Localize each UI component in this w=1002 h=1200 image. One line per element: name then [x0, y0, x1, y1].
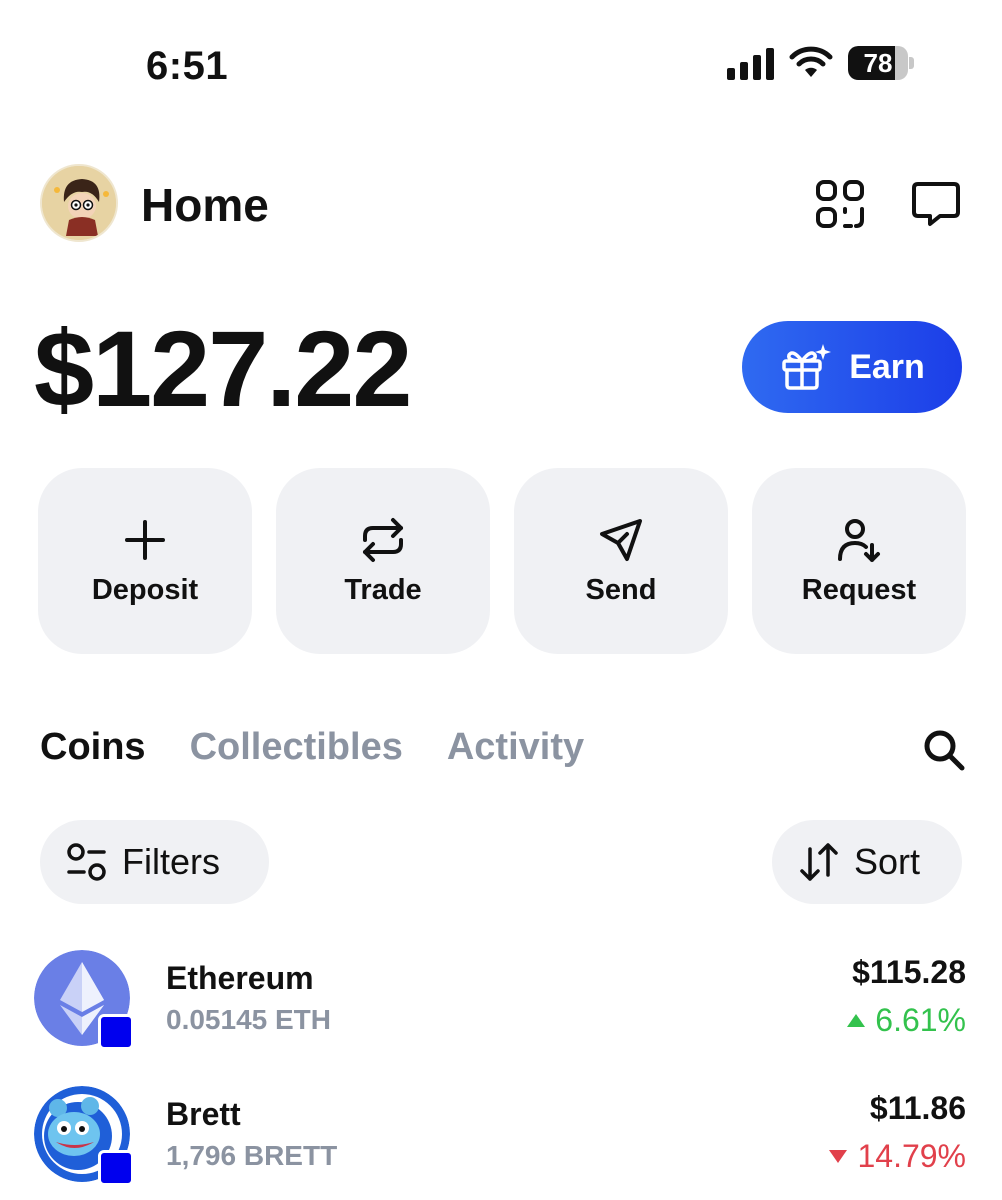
coin-value: $11.86: [869, 1090, 966, 1126]
coin-amount: 0.05145 ETH: [166, 1004, 331, 1035]
sort-button[interactable]: Sort: [772, 820, 962, 904]
chain-badge: [98, 1014, 134, 1050]
signal-icon: [727, 46, 774, 80]
send-button[interactable]: Send: [514, 468, 728, 654]
coin-row-brett[interactable]: Brett 1,796 BRETT $11.86 14.79%: [34, 1086, 966, 1196]
battery-percent: 78: [863, 48, 893, 78]
tab-collectibles[interactable]: Collectibles: [190, 726, 403, 769]
filters-label: Filters: [122, 841, 220, 882]
avatar[interactable]: [40, 164, 118, 242]
trade-label: Trade: [344, 573, 422, 606]
scan-icon[interactable]: [814, 178, 866, 230]
earn-label: Earn: [849, 347, 925, 386]
sort-label: Sort: [854, 841, 921, 882]
chain-badge: [98, 1150, 134, 1186]
status-icons: 78: [727, 46, 914, 80]
earn-button[interactable]: Earn: [742, 321, 962, 413]
coin-name: Brett: [166, 1096, 241, 1132]
coin-change-value: 14.79%: [857, 1138, 966, 1174]
send-label: Send: [585, 573, 657, 606]
coin-amount: 1,796 BRETT: [166, 1140, 338, 1171]
gift-sparkle-icon: [782, 344, 832, 390]
asset-tabs: Coins Collectibles Activity: [40, 726, 584, 769]
coin-change: 14.79%: [829, 1138, 966, 1175]
coin-change: 6.61%: [847, 1002, 966, 1039]
tab-activity[interactable]: Activity: [447, 726, 584, 769]
status-time: 6:51: [146, 44, 229, 88]
send-icon: [600, 518, 642, 561]
header: Home: [40, 164, 962, 244]
filters-button[interactable]: Filters: [40, 820, 269, 904]
total-balance: $127.22: [34, 308, 412, 429]
chat-icon[interactable]: [910, 178, 962, 230]
tab-coins[interactable]: Coins: [40, 726, 146, 769]
user-request-icon: [838, 518, 880, 562]
sort-arrows-icon: [800, 843, 838, 881]
down-arrow-icon: [829, 1150, 848, 1163]
battery-icon: 78: [848, 46, 914, 80]
trade-button[interactable]: Trade: [276, 468, 490, 654]
swap-icon: [363, 517, 403, 562]
search-icon[interactable]: [922, 728, 966, 772]
request-button[interactable]: Request: [752, 468, 966, 654]
page-title: Home: [141, 179, 269, 231]
coin-change-value: 6.61%: [875, 1002, 966, 1038]
request-label: Request: [801, 573, 917, 606]
up-arrow-icon: [847, 1014, 866, 1027]
deposit-label: Deposit: [91, 573, 199, 606]
coin-row-ethereum[interactable]: Ethereum 0.05145 ETH $115.28 6.61%: [34, 950, 966, 1060]
coin-name: Ethereum: [166, 960, 314, 996]
wifi-icon: [789, 46, 833, 77]
filters-icon: [67, 843, 106, 881]
action-buttons: Deposit Trade Send Request: [38, 468, 966, 654]
coin-value: $115.28: [852, 954, 966, 990]
deposit-button[interactable]: Deposit: [38, 468, 252, 654]
plus-icon: [125, 519, 165, 560]
status-bar: 6:51 78: [0, 0, 1002, 140]
avatar-illustration: [42, 166, 116, 240]
